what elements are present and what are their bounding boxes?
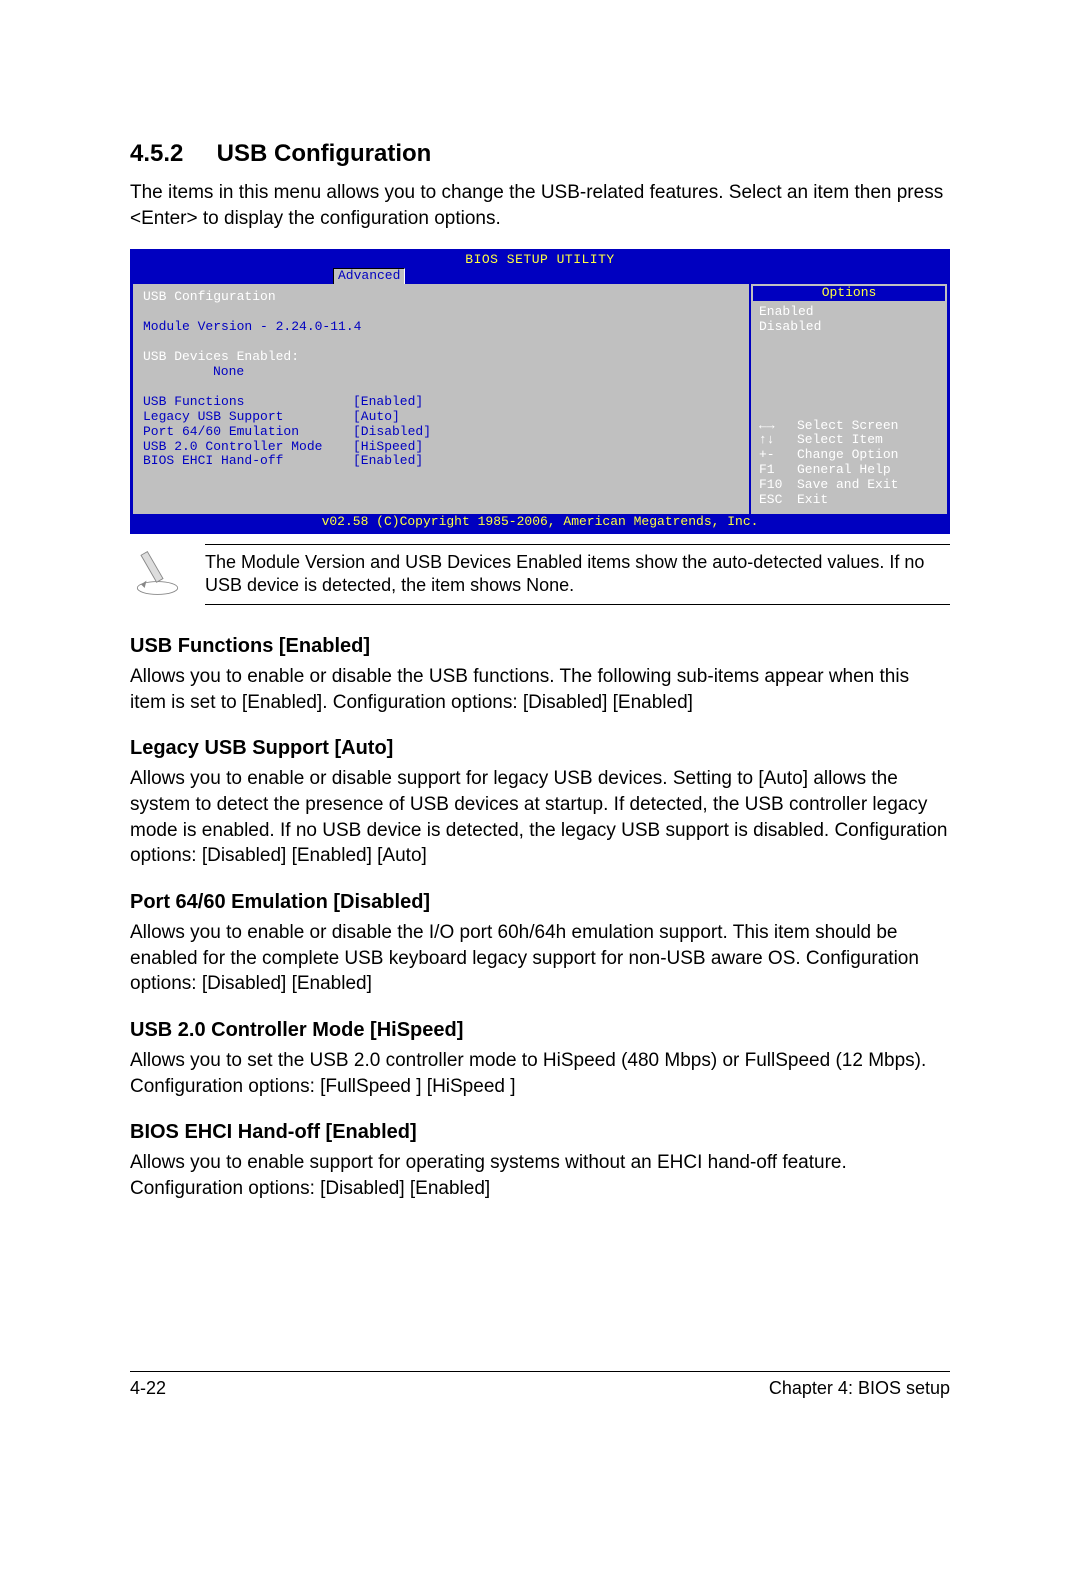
bios-config-value: [Disabled] <box>353 425 431 440</box>
bios-help-key: ESC <box>759 493 797 508</box>
bios-help-text: Change Option <box>797 448 898 463</box>
note-block: The Module Version and USB Devices Enabl… <box>130 544 950 605</box>
option-body: Allows you to enable or disable support … <box>130 766 950 869</box>
bios-option-item[interactable]: Disabled <box>759 320 939 335</box>
bios-help-key: F1 <box>759 463 797 478</box>
intro-text: The items in this menu allows you to cha… <box>130 180 950 231</box>
bios-help-key: +- <box>759 448 797 463</box>
bios-tab-row: Advanced <box>133 268 947 284</box>
bios-help-text: Exit <box>797 493 828 508</box>
bios-help-row: ↑↓Select Item <box>759 433 939 448</box>
bios-pane-heading: USB Configuration <box>143 290 739 305</box>
bios-screenshot: BIOS SETUP UTILITY Advanced USB Configur… <box>130 249 950 534</box>
option-body: Allows you to enable or disable the USB … <box>130 664 950 715</box>
bios-option-item[interactable]: Enabled <box>759 305 939 320</box>
option-heading: USB Functions [Enabled] <box>130 635 950 658</box>
bios-help-text: Select Screen <box>797 419 898 434</box>
option-heading: Legacy USB Support [Auto] <box>130 737 950 760</box>
bios-config-label: Legacy USB Support <box>143 410 353 425</box>
options-title: Options <box>753 286 945 301</box>
bios-left-pane: USB Configuration Module Version - 2.24.… <box>133 284 751 514</box>
bios-help-text: General Help <box>797 463 891 478</box>
bios-config-value: [Auto] <box>353 410 400 425</box>
bios-tab-advanced[interactable]: Advanced <box>333 268 405 284</box>
module-version: Module Version - 2.24.0-11.4 <box>143 320 739 335</box>
bios-help-key: ↑↓ <box>759 433 797 448</box>
bios-config-row[interactable]: Legacy USB Support[Auto] <box>143 410 739 425</box>
note-text: The Module Version and USB Devices Enabl… <box>205 544 950 605</box>
page-footer: 4-22 Chapter 4: BIOS setup <box>130 1371 950 1399</box>
bios-help-key: F10 <box>759 478 797 493</box>
bios-help-row: F1General Help <box>759 463 939 478</box>
bios-help-block: ←→Select Screen↑↓Select Item+-Change Opt… <box>759 419 939 509</box>
bios-config-label: USB 2.0 Controller Mode <box>143 440 353 455</box>
bios-help-text: Save and Exit <box>797 478 898 493</box>
section-number: 4.5.2 <box>130 140 210 168</box>
bios-right-pane: Options EnabledDisabled ←→Select Screen↑… <box>751 284 947 514</box>
pencil-note-icon <box>130 544 185 605</box>
devices-label: USB Devices Enabled: <box>143 350 739 365</box>
bios-help-row: +-Change Option <box>759 448 939 463</box>
devices-value: None <box>143 365 739 380</box>
section-title: USB Configuration <box>217 140 432 167</box>
section-heading: 4.5.2 USB Configuration <box>130 140 950 168</box>
bios-help-row: ←→Select Screen <box>759 419 939 434</box>
bios-help-key: ←→ <box>759 419 797 434</box>
bios-config-row[interactable]: BIOS EHCI Hand-off[Enabled] <box>143 454 739 469</box>
bios-config-label: Port 64/60 Emulation <box>143 425 353 440</box>
option-heading: Port 64/60 Emulation [Disabled] <box>130 891 950 914</box>
chapter-label: Chapter 4: BIOS setup <box>769 1378 950 1399</box>
bios-help-text: Select Item <box>797 433 883 448</box>
bios-copyright: v02.58 (C)Copyright 1985-2006, American … <box>133 514 947 531</box>
option-body: Allows you to enable or disable the I/O … <box>130 920 950 997</box>
bios-config-row[interactable]: Port 64/60 Emulation[Disabled] <box>143 425 739 440</box>
bios-help-row: ESCExit <box>759 493 939 508</box>
bios-config-label: BIOS EHCI Hand-off <box>143 454 353 469</box>
option-heading: BIOS EHCI Hand-off [Enabled] <box>130 1121 950 1144</box>
option-body: Allows you to enable support for operati… <box>130 1150 950 1201</box>
option-body: Allows you to set the USB 2.0 controller… <box>130 1048 950 1099</box>
bios-help-row: F10Save and Exit <box>759 478 939 493</box>
bios-config-row[interactable]: USB Functions[Enabled] <box>143 395 739 410</box>
bios-config-value: [HiSpeed] <box>353 440 423 455</box>
bios-config-label: USB Functions <box>143 395 353 410</box>
page-number: 4-22 <box>130 1378 166 1399</box>
bios-config-value: [Enabled] <box>353 395 423 410</box>
option-heading: USB 2.0 Controller Mode [HiSpeed] <box>130 1019 950 1042</box>
bios-title: BIOS SETUP UTILITY <box>133 252 947 268</box>
bios-config-row[interactable]: USB 2.0 Controller Mode[HiSpeed] <box>143 440 739 455</box>
bios-config-value: [Enabled] <box>353 454 423 469</box>
